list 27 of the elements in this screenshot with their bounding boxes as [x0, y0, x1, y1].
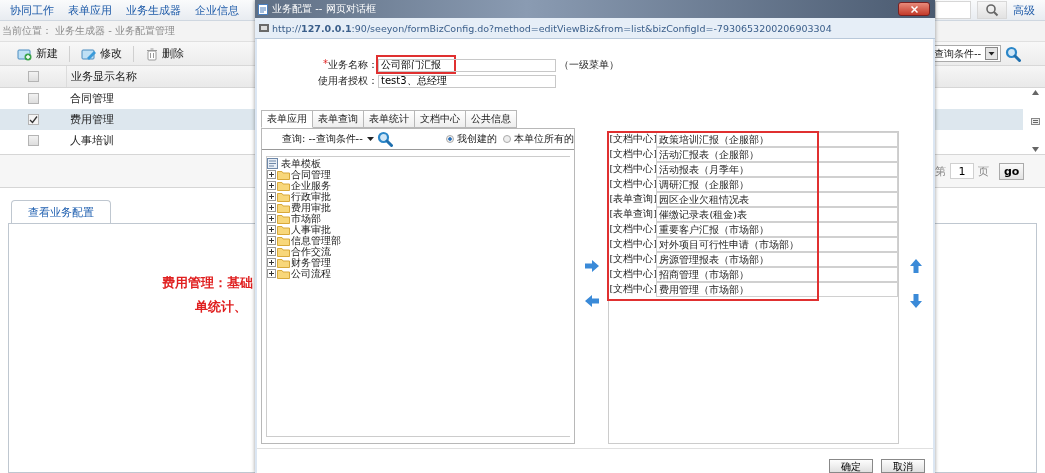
category-label: [文档中心] — [609, 178, 657, 191]
table-cell-text: 人事培训 — [69, 133, 114, 148]
category-label: [文档中心] — [609, 163, 657, 176]
category-label: [文档中心] — [609, 253, 657, 266]
category-label: [文档中心] — [609, 223, 657, 236]
required-mark: * — [323, 58, 328, 71]
category-label: [文档中心] — [609, 133, 657, 146]
field-label: 业务名称： — [328, 58, 378, 72]
description-text: 单统计、 — [195, 298, 247, 316]
description-text: 费用管理：基础 — [162, 274, 253, 292]
category-label: [文档中心] — [609, 283, 657, 296]
table-cell-text: 费用管理 — [69, 112, 114, 127]
field-note: （一级菜单） — [559, 58, 619, 72]
category-label: [文档中心] — [609, 148, 657, 161]
category-label: [文档中心] — [609, 238, 657, 251]
column-header: 业务显示名称 — [70, 69, 137, 84]
query-label: 查询: — [282, 132, 306, 146]
pager-label: 页 — [978, 163, 989, 179]
url-text: http://127.0.0.1:90/seeyon/formBizConfig.do?method=editViewBiz&from=list&bizConfigId=-7930653200206903304 — [272, 22, 832, 34]
breadcrumb: 当前位置： 业务生成器 - 业务配置管理 — [1, 24, 176, 38]
pager-label: 第 — [935, 163, 946, 179]
category-label: [文档中心] — [609, 268, 657, 281]
category-label: [表单查询] — [609, 193, 657, 206]
field-label: 使用者授权： — [318, 74, 378, 88]
category-label: [表单查询] — [609, 208, 657, 221]
table-cell-text: 合同管理 — [69, 91, 114, 106]
window-title: 业务配置 -- 网页对话框 — [272, 2, 376, 16]
